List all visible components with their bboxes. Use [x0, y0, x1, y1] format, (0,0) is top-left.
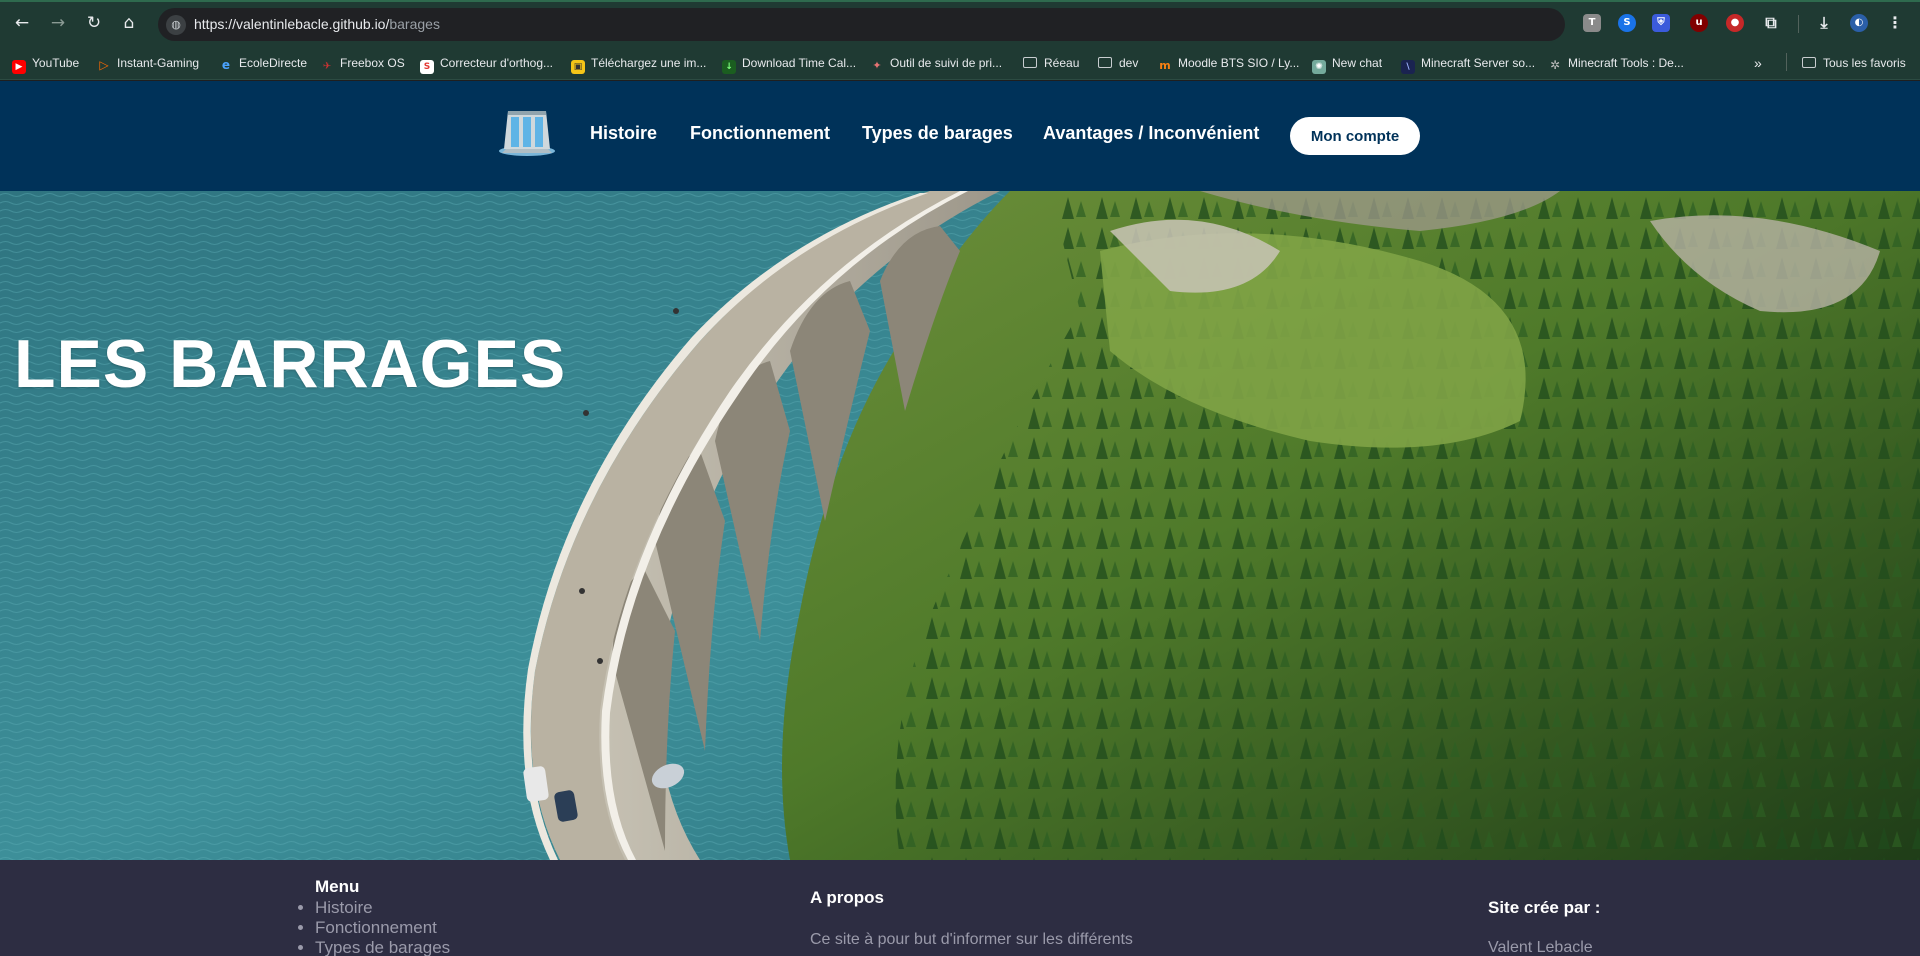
bookmark-folder-dev[interactable]: dev	[1098, 54, 1138, 72]
address-bar[interactable]: ◍ https://valentinlebacle.github.io/bara…	[158, 8, 1565, 41]
bookmark-label: Tous les favoris	[1823, 56, 1906, 70]
dam-logo-icon[interactable]	[498, 107, 556, 157]
extension-red-icon[interactable]: ●	[1726, 14, 1744, 32]
bookmark-label: Outil de suivi de pri...	[890, 56, 1003, 70]
bookmark-freebox[interactable]: ✈ Freebox OS	[320, 54, 405, 72]
chat-icon: ✺	[1312, 60, 1326, 74]
dam-photo	[0, 191, 1920, 860]
toolbar-divider	[1798, 15, 1799, 33]
hero-banner: LES BARRAGES	[0, 191, 1920, 860]
instant-gaming-icon: ▷	[99, 58, 109, 72]
bookmark-ecoledirecte[interactable]: e EcoleDirecte	[219, 54, 307, 72]
gear-icon: ✲	[1549, 58, 1561, 72]
extension-shazam-icon[interactable]: S	[1618, 14, 1636, 32]
folder-icon	[1023, 57, 1037, 68]
moodle-icon: m	[1159, 59, 1171, 72]
footer-link-types-de-barages[interactable]: Types de barages	[315, 938, 450, 956]
bookmark-label: Téléchargez une im...	[591, 56, 707, 70]
bookmark-download-time[interactable]: ↓ Download Time Cal...	[722, 54, 857, 74]
bookmark-label: Réeau	[1044, 56, 1080, 70]
download-image-icon: ▣	[571, 60, 585, 74]
more-menu-icon[interactable]: ⋮	[1886, 14, 1904, 32]
bookmark-label: Minecraft Tools : De...	[1568, 56, 1684, 70]
site-info-icon[interactable]: ◍	[166, 15, 186, 35]
url-host: https://valentinlebacle.github.io/	[194, 16, 390, 32]
bookmark-label: Instant-Gaming	[117, 56, 200, 70]
ecoledirecte-icon: e	[221, 58, 231, 72]
freebox-icon: ✈	[322, 61, 332, 72]
bookmark-label: Minecraft Server so...	[1421, 56, 1536, 70]
bookmark-folder-reseau[interactable]: Réeau	[1023, 54, 1079, 72]
nav-link-histoire[interactable]: Histoire	[590, 123, 657, 144]
bookmarks-bar: ▶ YouTube ▷ Instant-Gaming e EcoleDirecte ✈…	[0, 45, 1920, 80]
bookmark-label: EcoleDirecte	[239, 56, 308, 70]
footer-credits-heading: Site crée par :	[1488, 898, 1601, 917]
bookmark-label: Freebox OS	[340, 56, 405, 70]
minecraft-server-icon: \	[1401, 60, 1415, 74]
profile-avatar-icon[interactable]: ◐	[1850, 14, 1868, 32]
url-path: barages	[389, 16, 440, 32]
bookmark-minecraft-server[interactable]: \ Minecraft Server so...	[1401, 54, 1536, 74]
bookmark-label: dev	[1119, 56, 1139, 70]
bookmark-label: New chat	[1332, 56, 1383, 70]
url-text[interactable]: https://valentinlebacle.github.io/barage…	[194, 16, 440, 32]
reload-icon[interactable]: ↻	[82, 11, 106, 35]
bookmark-telechargez[interactable]: ▣ Téléchargez une im...	[571, 54, 707, 74]
footer-credits-name: Valent Lebacle	[1488, 939, 1593, 956]
bookmark-label: Download Time Cal...	[742, 56, 857, 70]
site-header: Histoire Fonctionnement Types de barages…	[0, 81, 1920, 191]
download-icon: ↓	[722, 60, 736, 74]
browser-toolbar: ← → ↻ ⌂ ◍ https://valentinlebacle.github…	[0, 0, 1920, 45]
extension-t-icon[interactable]: T	[1583, 14, 1601, 32]
forward-arrow-icon[interactable]: →	[46, 11, 70, 35]
price-tracker-icon: ✦	[872, 59, 882, 72]
bookmark-label: YouTube	[32, 56, 80, 70]
back-arrow-icon[interactable]: ←	[10, 11, 34, 35]
footer-menu-list: Histoire Fonctionnement Types de barages	[315, 898, 450, 956]
bookmark-label: Moodle BTS SIO / Ly...	[1178, 56, 1300, 70]
bookmark-new-chat[interactable]: ✺ New chat	[1312, 54, 1383, 74]
home-icon[interactable]: ⌂	[117, 11, 141, 35]
bookmark-all-favorites[interactable]: Tous les favoris	[1802, 54, 1906, 72]
extensions-puzzle-icon[interactable]: ⧉	[1762, 14, 1780, 32]
bookmark-price-tracker[interactable]: ✦ Outil de suivi de pri...	[870, 54, 1002, 72]
footer-about-heading: A propos	[810, 888, 884, 907]
nav-link-types-de-barages[interactable]: Types de barages	[862, 123, 1013, 144]
bookmark-moodle[interactable]: m Moodle BTS SIO / Ly...	[1158, 54, 1299, 72]
folder-icon	[1802, 57, 1816, 68]
scribens-icon: S	[420, 60, 434, 74]
youtube-icon: ▶	[12, 60, 26, 74]
hero-title: LES BARRAGES	[14, 326, 567, 402]
bookmark-correcteur[interactable]: S Correcteur d'orthog...	[420, 54, 554, 74]
nav-link-avantages[interactable]: Avantages / Inconvénient	[1043, 123, 1259, 144]
bookmarks-overflow-icon[interactable]: »	[1754, 54, 1762, 72]
account-button[interactable]: Mon compte	[1290, 117, 1420, 155]
nav-link-fonctionnement[interactable]: Fonctionnement	[690, 123, 830, 144]
extension-bitwarden-icon[interactable]: ⛨	[1652, 14, 1670, 32]
bookmark-instant-gaming[interactable]: ▷ Instant-Gaming	[97, 54, 199, 72]
bookmark-minecraft-tools[interactable]: ✲ Minecraft Tools : De...	[1548, 54, 1684, 72]
download-icon[interactable]: ⤓	[1815, 14, 1833, 32]
footer-menu-heading: Menu	[315, 877, 360, 896]
bookmarks-divider	[1786, 53, 1787, 71]
extension-ublock-icon[interactable]: u	[1690, 14, 1708, 32]
bookmark-youtube[interactable]: ▶ YouTube	[12, 54, 80, 74]
site-footer: Menu Histoire Fonctionnement Types de ba…	[0, 860, 1920, 956]
footer-about-text: Ce site à pour but d'informer sur les di…	[810, 931, 1133, 948]
footer-link-fonctionnement[interactable]: Fonctionnement	[315, 918, 450, 938]
folder-icon	[1098, 57, 1112, 68]
footer-link-histoire[interactable]: Histoire	[315, 898, 450, 918]
bookmark-label: Correcteur d'orthog...	[440, 56, 554, 70]
